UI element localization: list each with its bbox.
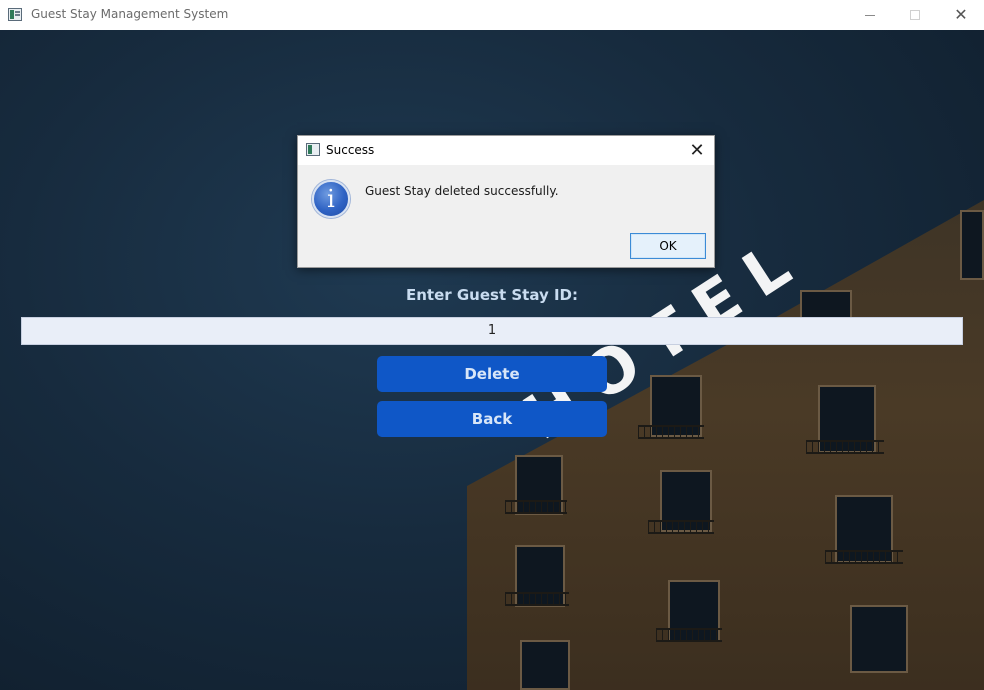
- dialog-title: Success: [326, 143, 375, 157]
- dialog-app-icon: [306, 143, 320, 156]
- minimize-icon: [865, 14, 875, 16]
- guest-stay-id-label: Enter Guest Stay ID:: [405, 286, 579, 304]
- minimize-button[interactable]: [847, 0, 893, 30]
- building-balcony: [638, 425, 704, 439]
- building-window: [520, 640, 570, 690]
- building-balcony: [648, 520, 714, 534]
- maximize-icon: [910, 10, 920, 20]
- info-icon: i: [312, 180, 350, 218]
- maximize-button[interactable]: [892, 0, 938, 30]
- window-title: Guest Stay Management System: [31, 7, 229, 21]
- app-icon: [8, 8, 22, 21]
- delete-button[interactable]: Delete: [377, 356, 607, 392]
- close-window-button[interactable]: ✕: [938, 0, 984, 30]
- dialog-message: Guest Stay deleted successfully.: [365, 184, 559, 198]
- guest-stay-id-input[interactable]: 1: [21, 317, 963, 345]
- back-button[interactable]: Back: [377, 401, 607, 437]
- building-window: [850, 605, 908, 673]
- building-balcony: [825, 550, 903, 564]
- building-balcony: [505, 500, 567, 514]
- ok-button[interactable]: OK: [630, 233, 706, 259]
- building-balcony: [505, 592, 569, 606]
- building-window: [960, 210, 984, 280]
- success-dialog: Success ✕ i Guest Stay deleted successfu…: [297, 135, 715, 268]
- building-balcony: [806, 440, 884, 454]
- building-balcony: [656, 628, 722, 642]
- window-titlebar: Guest Stay Management System ✕: [0, 0, 984, 30]
- close-icon: ✕: [954, 7, 968, 24]
- dialog-close-icon[interactable]: ✕: [686, 139, 708, 161]
- dialog-titlebar: Success ✕: [298, 136, 714, 165]
